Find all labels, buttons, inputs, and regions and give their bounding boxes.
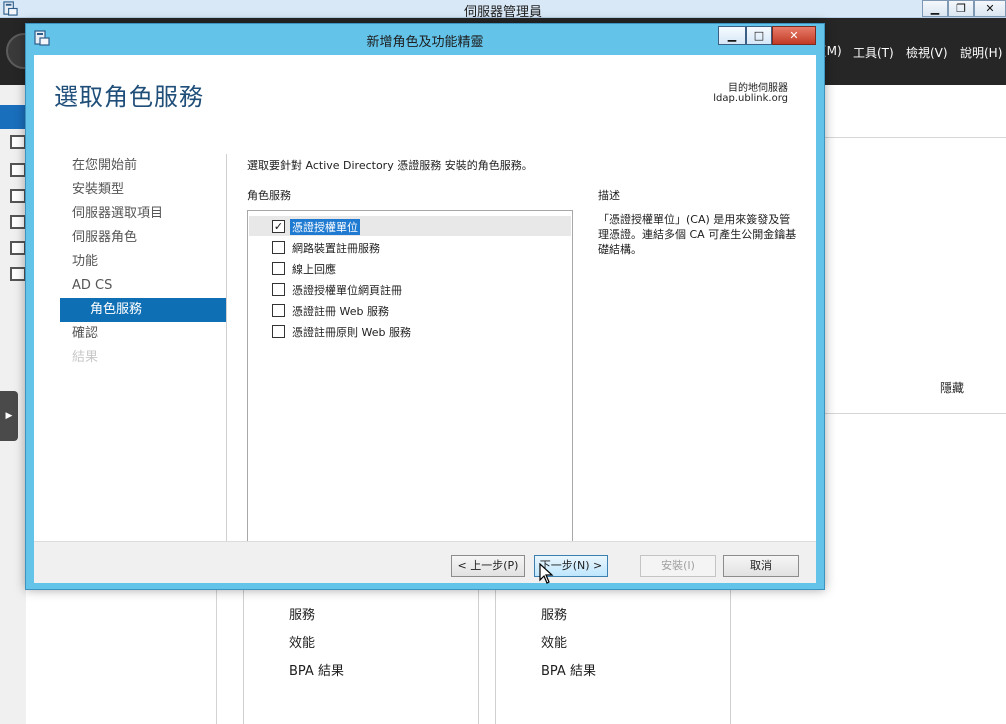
mouse-pointer-icon	[539, 563, 554, 584]
nav-step-features[interactable]: 功能	[60, 250, 226, 274]
previous-button[interactable]: < 上一步(P)	[451, 555, 525, 577]
role-service-row[interactable]: 憑證註冊原則 Web 服務	[249, 321, 571, 341]
iis-icon[interactable]	[10, 267, 26, 281]
sidebar-expand-icon[interactable]: ▶	[0, 391, 18, 441]
menu-tools[interactable]: 工具(T)	[853, 44, 894, 61]
role-service-label[interactable]: 憑證授權單位	[290, 219, 360, 235]
nav-step-installation-type[interactable]: 安裝類型	[60, 178, 226, 202]
wizard-minimize-button[interactable]: ▁	[718, 26, 746, 45]
description-text: 「憑證授權單位」(CA) 是用來簽發及管理憑證。連結多個 CA 可產生公開金鑰基…	[598, 213, 797, 256]
role-service-row[interactable]: 網路裝置註冊服務	[249, 237, 571, 257]
all-servers-icon[interactable]	[10, 163, 26, 177]
ad-cs-icon[interactable]	[10, 215, 26, 229]
server-tile[interactable]: 服務 效能 BPA 結果	[495, 587, 731, 724]
wizard-body: 選取角色服務 目的地伺服器 ldap.ublink.org 在您開始前 安裝類型…	[34, 55, 816, 583]
wizard-titlebar: 新增角色及功能精靈 ▁ □ ✕	[26, 24, 824, 54]
role-service-row[interactable]: 憑證註冊 Web 服務	[249, 300, 571, 320]
wizard-steps-nav: 在您開始前 安裝類型 伺服器選取項目 伺服器角色 功能 AD CS 角色服務 確…	[60, 154, 226, 370]
welcome-panel	[824, 137, 1006, 414]
page-title: 選取角色服務	[54, 83, 204, 111]
role-services-list: ✓ 憑證授權單位 網路裝置註冊服務 線上回應 憑證授權單位網頁註冊 憑證註冊 W…	[247, 210, 573, 542]
role-service-label[interactable]: 憑證授權單位網頁註冊	[292, 282, 402, 298]
wizard-footer: < 上一步(P) 下一步(N) > 安裝(I) 取消	[34, 541, 816, 583]
nav-step-confirmation[interactable]: 確認	[60, 322, 226, 346]
server-manager-titlebar: 伺服器管理員 ▁ ❐ ✕	[0, 0, 1006, 20]
role-service-label[interactable]: 網路裝置註冊服務	[292, 240, 380, 256]
ad-ds-icon[interactable]	[10, 189, 26, 203]
file-services-icon[interactable]	[10, 241, 26, 255]
instruction-text: 選取要針對 Active Directory 憑證服務 安裝的角色服務。	[247, 159, 533, 172]
role-checkbox[interactable]	[272, 304, 285, 317]
close-button[interactable]: ✕	[974, 0, 1006, 17]
role-checkbox[interactable]	[272, 262, 285, 275]
wizard-maximize-button[interactable]: □	[746, 26, 772, 45]
description-header: 描述	[598, 189, 620, 202]
role-checkbox-checked[interactable]: ✓	[272, 220, 285, 233]
role-service-row[interactable]: ✓ 憑證授權單位	[249, 216, 571, 236]
cancel-button[interactable]: 取消	[723, 555, 799, 577]
sidebar-item-dashboard[interactable]	[0, 105, 26, 129]
nav-divider	[226, 154, 227, 542]
tiles-frame-line	[216, 575, 217, 724]
role-checkbox[interactable]	[272, 283, 285, 296]
tile-item-performance[interactable]: 效能	[289, 632, 315, 651]
nav-step-server-roles[interactable]: 伺服器角色	[60, 226, 226, 250]
menu-view[interactable]: 檢視(V)	[906, 44, 948, 61]
nav-step-results: 結果	[72, 350, 99, 365]
role-service-label[interactable]: 線上回應	[292, 261, 336, 277]
tile-item-services[interactable]: 服務	[541, 604, 567, 623]
role-service-label[interactable]: 憑證註冊原則 Web 服務	[292, 324, 411, 340]
server-manager-sidebar: ▶	[0, 85, 26, 724]
server-tile[interactable]: 服務 效能 BPA 結果	[243, 587, 479, 724]
destination-server-label: 目的地伺服器	[728, 83, 788, 94]
tile-item-services[interactable]: 服務	[289, 604, 315, 623]
wizard-close-button[interactable]: ✕	[772, 26, 816, 45]
restore-button[interactable]: ❐	[948, 0, 974, 17]
tile-item-bpa[interactable]: BPA 結果	[541, 660, 596, 679]
tile-item-bpa[interactable]: BPA 結果	[289, 660, 344, 679]
local-server-icon[interactable]	[10, 135, 26, 149]
add-roles-wizard-window: 新增角色及功能精靈 ▁ □ ✕ 選取角色服務 目的地伺服器 ldap.ublin…	[25, 23, 825, 590]
role-service-label[interactable]: 憑證註冊 Web 服務	[292, 303, 389, 319]
tile-item-performance[interactable]: 效能	[541, 632, 567, 651]
nav-step-ad-cs[interactable]: AD CS	[60, 274, 226, 298]
hide-link[interactable]: 隱藏	[940, 379, 964, 396]
wizard-title: 新增角色及功能精靈	[366, 35, 484, 50]
role-checkbox[interactable]	[272, 241, 285, 254]
install-button: 安裝(I)	[640, 555, 716, 577]
nav-step-server-selection[interactable]: 伺服器選取項目	[60, 202, 226, 226]
minimize-button[interactable]: ▁	[922, 0, 948, 17]
role-checkbox[interactable]	[272, 325, 285, 338]
nav-step-before-you-begin[interactable]: 在您開始前	[60, 154, 226, 178]
role-service-row[interactable]: 線上回應	[249, 258, 571, 278]
destination-server-name: ldap.ublink.org	[713, 93, 788, 104]
role-service-row[interactable]: 憑證授權單位網頁註冊	[249, 279, 571, 299]
menu-help[interactable]: 說明(H)	[960, 44, 1002, 61]
nav-step-role-services[interactable]: 角色服務	[60, 298, 226, 322]
role-services-header: 角色服務	[247, 189, 291, 202]
